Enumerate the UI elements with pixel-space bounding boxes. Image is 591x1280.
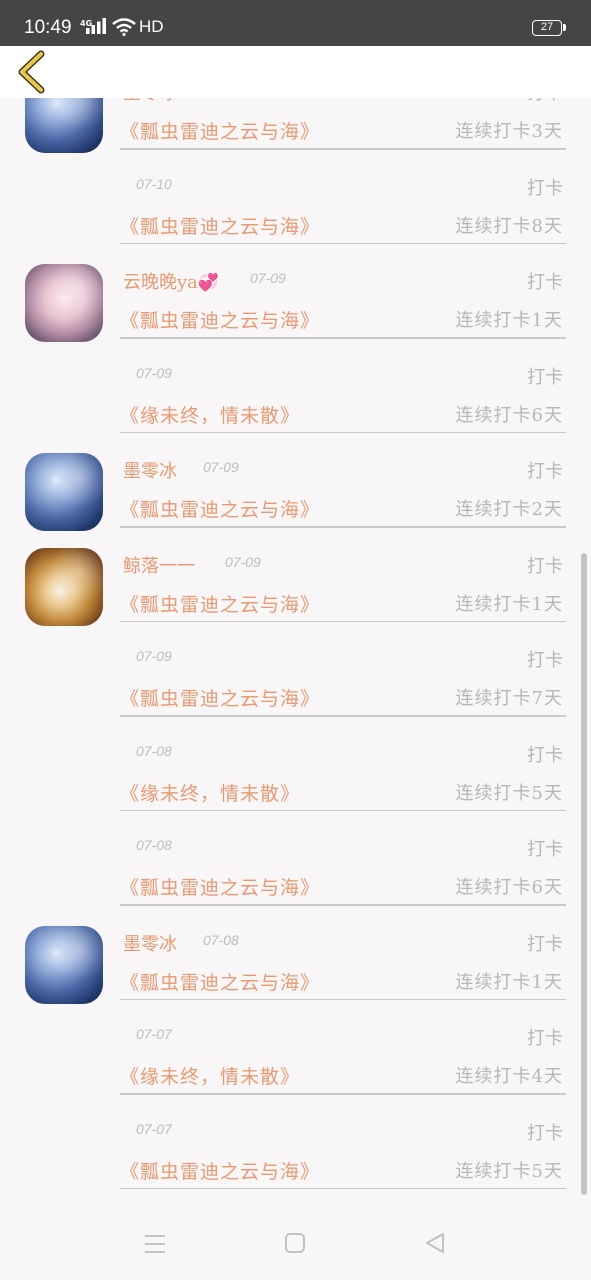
wifi-icon	[112, 18, 136, 36]
battery-tip	[563, 24, 566, 31]
streak-text: 连续打卡4天	[455, 1066, 563, 1087]
checkin-row[interactable]: 07-09 打卡《瓢虫雷迪之云与海》 连续打卡7天	[0, 622, 591, 717]
avatar[interactable]	[25, 547, 103, 626]
streak-text: 连续打卡7天	[455, 688, 563, 709]
checkin-tag: 打卡	[527, 650, 563, 671]
streak-text: 连续打卡5天	[455, 782, 563, 804]
user-name[interactable]: 云晚晚ya💞	[123, 268, 219, 294]
user-name[interactable]: 鲸落一一	[123, 552, 195, 578]
checkin-tag: 打卡	[527, 177, 563, 199]
signal-icon	[86, 18, 106, 34]
battery-icon: 27	[532, 20, 562, 36]
checkin-row[interactable]: 07-07 打卡《瓢虫雷迪之云与海》 连续打卡5天	[0, 1095, 591, 1189]
checkin-tag: 打卡	[527, 1028, 563, 1049]
status-bar: 10:49 4G HD 27	[0, 0, 591, 46]
checkin-row[interactable]: 墨零冰07-10打卡《瓢虫雷迪之云与海》连续打卡3天	[0, 98, 591, 153]
checkin-tag: 打卡	[527, 461, 563, 482]
status-time: 10:49	[24, 17, 72, 38]
menu-icon[interactable]	[144, 1234, 166, 1254]
checkin-row[interactable]: 07-09 打卡《缘未终，情未散》 连续打卡6天	[0, 339, 591, 433]
checkin-date: 07-08	[136, 742, 172, 759]
checkin-row[interactable]: 07-07 打卡《缘未终，情未散》 连续打卡4天	[0, 1000, 591, 1095]
book-title[interactable]: 《缘未终，情未散》	[120, 779, 300, 806]
checkin-date: 07-09	[136, 648, 172, 664]
book-title[interactable]: 《瓢虫雷迪之云与海》	[120, 495, 320, 522]
checkin-row[interactable]: 墨零冰 07-09 打卡《瓢虫雷迪之云与海》 连续打卡2天	[0, 433, 591, 531]
streak-text: 连续打卡6天	[455, 404, 563, 426]
streak-text: 连续打卡1天	[455, 310, 563, 331]
checkin-tag: 打卡	[527, 839, 563, 860]
checkin-list-content: 墨零冰07-10打卡《瓢虫雷迪之云与海》连续打卡3天07-10打卡《瓢虫雷迪之云…	[0, 98, 591, 1189]
battery-level: 27	[540, 21, 554, 33]
checkin-tag: 打卡	[527, 98, 563, 105]
streak-text: 连续打卡1天	[455, 971, 563, 993]
avatar[interactable]	[25, 925, 103, 1004]
book-title[interactable]: 《瓢虫雷迪之云与海》	[120, 873, 320, 900]
checkin-row[interactable]: 鲸落一一 07-09 打卡《瓢虫雷迪之云与海》 连续打卡1天	[0, 528, 591, 626]
checkin-date: 07-10	[136, 175, 172, 192]
book-title[interactable]: 《瓢虫雷迪之云与海》	[120, 590, 320, 617]
book-title[interactable]: 《瓢虫雷迪之云与海》	[120, 684, 320, 711]
streak-text: 连续打卡6天	[455, 877, 563, 898]
top-bar	[0, 46, 591, 98]
checkin-date: 07-09	[136, 364, 172, 381]
navigation-bar	[0, 1200, 591, 1280]
book-title[interactable]: 《瓢虫雷迪之云与海》	[120, 1157, 320, 1184]
streak-text: 连续打卡8天	[455, 215, 563, 237]
checkin-row[interactable]: 云晚晚ya💞 07-09 打卡《瓢虫雷迪之云与海》 连续打卡1天	[0, 244, 591, 342]
scrollbar[interactable]	[581, 553, 587, 1195]
checkin-tag: 打卡	[527, 366, 563, 388]
checkin-date: 07-09	[203, 459, 239, 475]
user-name[interactable]: 墨零冰	[123, 930, 177, 956]
book-title[interactable]: 《瓢虫雷迪之云与海》	[120, 212, 320, 239]
checkin-date: 07-09	[250, 270, 286, 286]
checkin-row[interactable]: 墨零冰 07-08 打卡《瓢虫雷迪之云与海》 连续打卡1天	[0, 906, 591, 1004]
user-name[interactable]: 墨零冰	[123, 457, 177, 483]
avatar[interactable]	[25, 453, 103, 531]
back-triangle-icon[interactable]	[424, 1232, 446, 1254]
home-icon[interactable]	[285, 1233, 305, 1253]
streak-text: 连续打卡1天	[455, 593, 563, 615]
checkin-date: 07-08	[136, 837, 172, 853]
checkin-date: 07-07	[136, 1026, 172, 1042]
checkin-date: 07-08	[203, 931, 239, 948]
streak-text: 连续打卡2天	[455, 499, 563, 520]
checkin-date: 07-09	[225, 553, 261, 570]
checkin-date: 07-07	[136, 1120, 172, 1137]
back-button[interactable]	[14, 50, 54, 94]
book-title[interactable]: 《缘未终，情未散》	[120, 1062, 300, 1089]
checkin-tag: 打卡	[527, 1122, 563, 1144]
avatar[interactable]	[25, 264, 103, 342]
book-title[interactable]: 《瓢虫雷迪之云与海》	[120, 306, 320, 333]
checkin-row[interactable]: 07-08 打卡《缘未终，情未散》 连续打卡5天	[0, 717, 591, 811]
hd-indicator: HD	[139, 17, 164, 36]
checkin-tag: 打卡	[527, 744, 563, 766]
checkin-row[interactable]: 07-08 打卡《瓢虫雷迪之云与海》 连续打卡6天	[0, 811, 591, 906]
checkin-list[interactable]: 墨零冰07-10打卡《瓢虫雷迪之云与海》连续打卡3天07-10打卡《瓢虫雷迪之云…	[0, 98, 591, 1200]
checkin-tag: 打卡	[527, 933, 563, 955]
checkin-tag: 打卡	[527, 272, 563, 293]
checkin-row[interactable]: 07-10 打卡《瓢虫雷迪之云与海》 连续打卡8天	[0, 150, 591, 244]
avatar[interactable]	[25, 98, 103, 153]
book-title[interactable]: 《缘未终，情未散》	[120, 401, 300, 428]
book-title[interactable]: 《瓢虫雷迪之云与海》	[120, 968, 320, 995]
row-divider	[120, 1187, 566, 1189]
checkin-tag: 打卡	[527, 555, 563, 577]
user-name[interactable]: 墨零冰	[123, 98, 177, 105]
streak-text: 连续打卡3天	[455, 121, 563, 142]
book-title[interactable]: 《瓢虫雷迪之云与海》	[120, 117, 320, 144]
heart-emoji: 💞	[197, 273, 220, 293]
streak-text: 连续打卡5天	[455, 1160, 563, 1182]
